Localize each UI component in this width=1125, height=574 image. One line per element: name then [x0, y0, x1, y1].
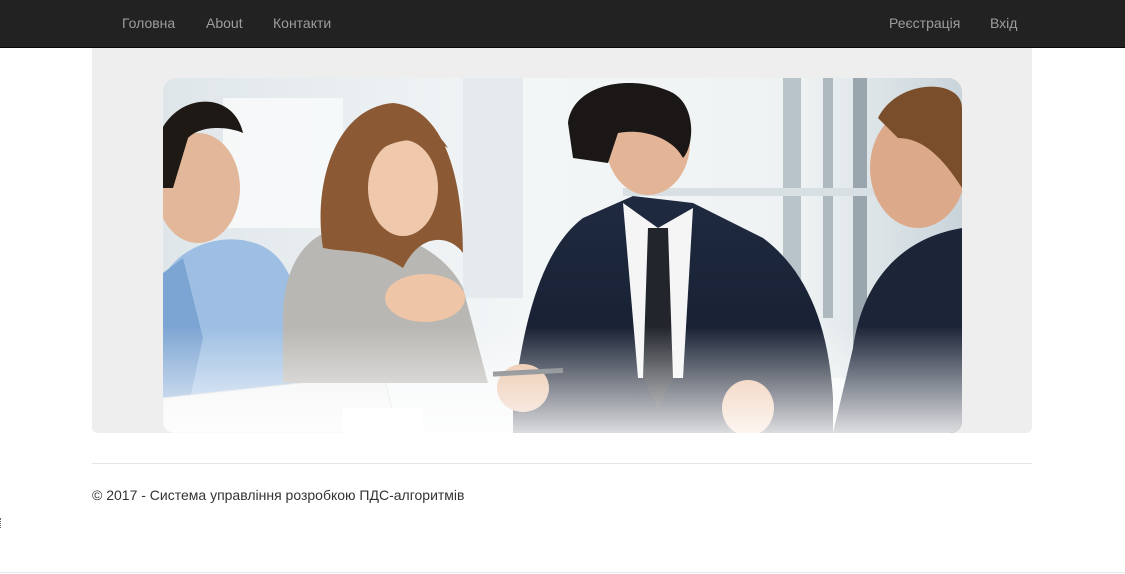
- top-navbar: Головна About Контакти Реєстрація Вхід: [0, 0, 1125, 48]
- jumbotron: [92, 48, 1032, 433]
- nav-link-login[interactable]: Вхід: [990, 15, 1017, 31]
- footer-copyright: © 2017 - Система управління розробкою ПД…: [92, 487, 465, 503]
- business-meeting-illustration: [163, 78, 962, 433]
- footer-divider: [92, 463, 1032, 464]
- nav-link-about[interactable]: About: [206, 15, 243, 31]
- hero-image: [163, 78, 962, 433]
- bottom-border: [0, 572, 1125, 573]
- nav-link-contacts[interactable]: Контакти: [273, 15, 331, 31]
- nav-link-home[interactable]: Головна: [122, 15, 175, 31]
- nav-link-register[interactable]: Реєстрація: [889, 15, 960, 31]
- edge-mark: [0, 518, 3, 528]
